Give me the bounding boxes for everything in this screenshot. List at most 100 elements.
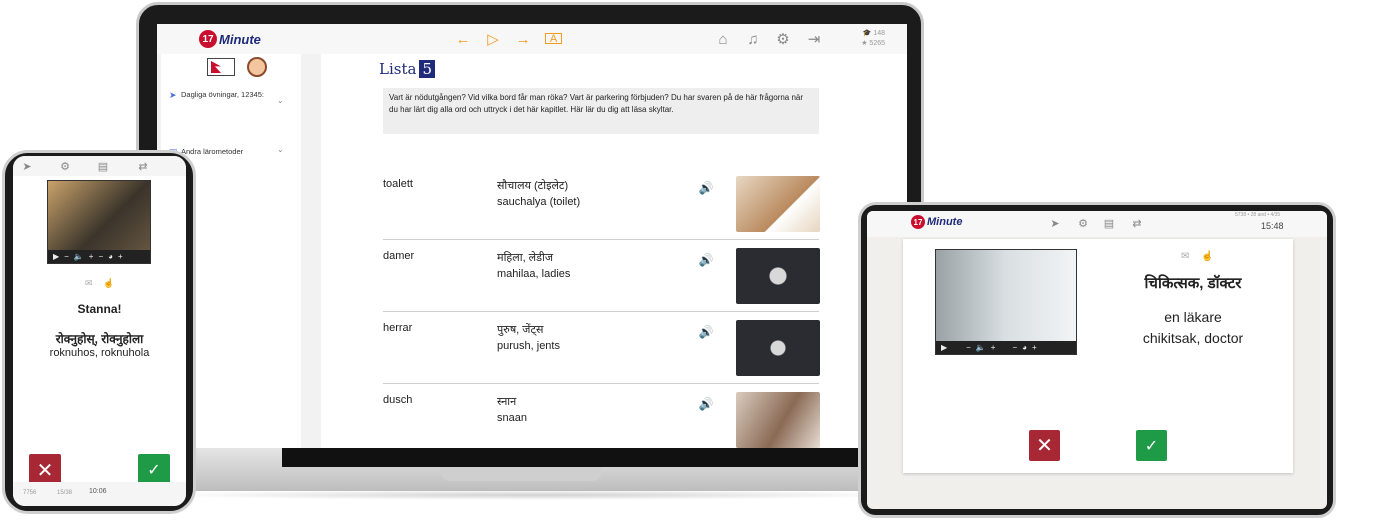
rocket-icon: ➤ <box>169 90 177 100</box>
running-icon[interactable]: ➤ <box>1047 215 1063 231</box>
laptop-shadow <box>150 490 920 500</box>
arrow-left-icon[interactable]: ← <box>454 30 472 48</box>
stats-bottom: 5265 <box>869 40 885 47</box>
video-controls[interactable]: ▶ − 🔈 + − ◕ + <box>48 250 150 263</box>
gear-icon[interactable]: ⚙ <box>774 30 792 48</box>
list-number: 5 <box>419 60 435 78</box>
plus-icon[interactable]: + <box>118 252 123 261</box>
swedish-word: en läkare <box>1164 309 1222 325</box>
minus-icon[interactable]: − <box>64 252 69 261</box>
phone-status-bar: 7756 15/38 10:06 <box>13 482 186 506</box>
gear-icon[interactable]: ⚙ <box>57 158 73 174</box>
speaker-icon[interactable]: 🔊 <box>697 396 715 412</box>
clipboard-check-icon: ✓ <box>147 462 161 479</box>
laptop-notch <box>440 467 602 481</box>
shower-image <box>736 392 820 448</box>
play-icon[interactable]: ▶ <box>941 343 947 352</box>
men-sign-image <box>736 320 820 376</box>
avatar[interactable] <box>247 57 267 77</box>
tablet-stats: 5738 • 28 and • 4/35 <box>1235 212 1281 218</box>
page-title: Lista 5 <box>379 60 435 78</box>
stats-counter: 🎓 148 ★ 5265 <box>861 30 885 47</box>
sidebar-item-label: Andra lärometoder <box>181 147 244 156</box>
speed-icon[interactable]: ◕ <box>1022 343 1027 352</box>
swedish-word: dusch <box>383 394 413 406</box>
video-controls[interactable]: ▶ − 🔈 + − ◕ + <box>936 341 1076 354</box>
close-icon: ✕ <box>36 459 54 482</box>
swedish-word: herrar <box>383 322 413 334</box>
video-player[interactable]: ▶ − 🔈 + − ◕ + <box>935 249 1077 355</box>
sidebar-item-daily[interactable]: ➤ Dagliga övningar, 12345: ⌄ <box>169 90 293 105</box>
logout-icon[interactable]: ⇥ <box>805 30 823 48</box>
chevron-down-icon[interactable]: ⌄ <box>277 145 284 154</box>
play-icon[interactable]: ▶ <box>53 252 59 261</box>
timer: 15:48 <box>1261 221 1284 231</box>
speed-icon[interactable]: ◕ <box>108 252 113 261</box>
thumbs-up-icon[interactable]: ☝ <box>103 278 114 289</box>
logo-badge: 17 <box>911 215 925 229</box>
stats-top: 148 <box>873 30 885 37</box>
play-icon[interactable]: ▷ <box>484 30 502 48</box>
music-icon[interactable]: ♫ <box>744 30 762 48</box>
transliteration: chikitsak, doctor <box>1142 330 1244 346</box>
prompt-text: Stanna! <box>77 302 122 316</box>
vocab-row: toalett सौचालय (टोइलेट) sauchalya (toile… <box>383 168 820 240</box>
shuffle-icon[interactable]: ⇄ <box>135 158 151 174</box>
minus-icon[interactable]: − <box>98 252 103 261</box>
flashcard: ▶ − 🔈 + − ◕ + ✉ ☝ चिकित्सक, डॉक्टर en lä… <box>903 239 1293 473</box>
flashcard-icon[interactable]: A <box>545 33 562 45</box>
native-word: सौचालय (टोइलेट) sauchalya (toilet) <box>497 178 580 210</box>
running-icon[interactable]: ➤ <box>19 158 35 174</box>
progress-counter: 15/38 <box>57 490 73 496</box>
laptop-hinge <box>282 447 924 467</box>
video-player[interactable]: ▶ − 🔈 + − ◕ + <box>47 180 151 264</box>
speaker-icon[interactable]: 🔈 <box>976 343 986 352</box>
shuffle-icon[interactable]: ⇄ <box>1129 215 1145 231</box>
phone-toolbar: ➤ ⚙ ▤ ⇄ <box>13 156 186 176</box>
laptop-screen: 17 Minute ← ▷ → A ⌂ ♫ ⚙ ⇥ 🎓 148 ★ 5265 ➤… <box>157 24 907 448</box>
nepal-flag-icon[interactable] <box>207 58 235 76</box>
speaker-icon[interactable]: 🔊 <box>697 252 715 268</box>
swedish-word: toalett <box>383 178 413 190</box>
minus-icon[interactable]: − <box>966 343 971 352</box>
wrong-button[interactable]: ✕ <box>1029 430 1060 461</box>
correct-button[interactable]: ✓ <box>1136 430 1167 461</box>
lesson-panel: Lista 5 Vart är nödutgången? Vid vilka bo… <box>321 54 907 448</box>
native-script: पुरुष, जेंट्स <box>497 324 544 336</box>
minus-icon[interactable]: − <box>1012 343 1017 352</box>
speaker-icon[interactable]: 🔊 <box>697 324 715 340</box>
plus-icon[interactable]: + <box>89 252 94 261</box>
plus-icon[interactable]: + <box>1032 343 1037 352</box>
tablet-toolbar: 17 Minute ➤ ⚙ ▤ ⇄ 5738 • 28 and • 4/35 1… <box>867 211 1327 237</box>
native-script: सौचालय (टोइलेट) <box>497 180 569 192</box>
speaker-icon[interactable]: 🔈 <box>74 252 84 261</box>
chevron-down-icon[interactable]: ⌄ <box>277 96 284 105</box>
home-icon[interactable]: ⌂ <box>714 30 732 48</box>
vocab-row: herrar पुरुष, जेंट्स purush, jents 🔊 <box>383 312 820 384</box>
brand-logo[interactable]: 17 Minute <box>911 215 962 229</box>
women-sign-image <box>736 248 820 304</box>
native-word: महिला, लेडीज mahilaa, ladies <box>497 250 570 282</box>
laptop-toolbar: 17 Minute ← ▷ → A ⌂ ♫ ⚙ ⇥ 🎓 148 ★ 5265 <box>157 24 907 54</box>
transliteration: roknuhos, roknuhola <box>49 347 150 359</box>
logo-word: Minute <box>219 31 261 47</box>
vocab-row: damer महिला, लेडीज mahilaa, ladies 🔊 <box>383 240 820 312</box>
clipboard-check-icon: ✓ <box>1144 437 1159 455</box>
brand-logo[interactable]: 17 Minute <box>199 30 261 48</box>
comment-icon[interactable]: ✉ <box>85 278 93 289</box>
comment-icon[interactable]: ✉ <box>1181 251 1189 262</box>
phone-screen: ➤ ⚙ ▤ ⇄ ▶ − 🔈 + − ◕ + ✉ ☝ Stanna! रोक्नु… <box>13 156 186 506</box>
native-script: चिकित्सक, डॉक्टर <box>1144 275 1242 292</box>
flashcard-icon[interactable]: ▤ <box>1101 215 1117 231</box>
thumbs-up-icon[interactable]: ☝ <box>1201 251 1213 262</box>
arrow-right-icon[interactable]: → <box>514 30 532 48</box>
vocab-row: dusch स्नान snaan 🔊 <box>383 384 820 448</box>
plus-icon[interactable]: + <box>991 343 996 352</box>
flashcard-icon[interactable]: ▤ <box>95 158 111 174</box>
transliteration: mahilaa, ladies <box>497 268 571 280</box>
timer: 10:06 <box>89 488 107 495</box>
gear-icon[interactable]: ⚙ <box>1075 215 1091 231</box>
transliteration: snaan <box>497 412 527 424</box>
native-script: महिला, लेडीज <box>497 252 554 264</box>
speaker-icon[interactable]: 🔊 <box>697 180 715 196</box>
